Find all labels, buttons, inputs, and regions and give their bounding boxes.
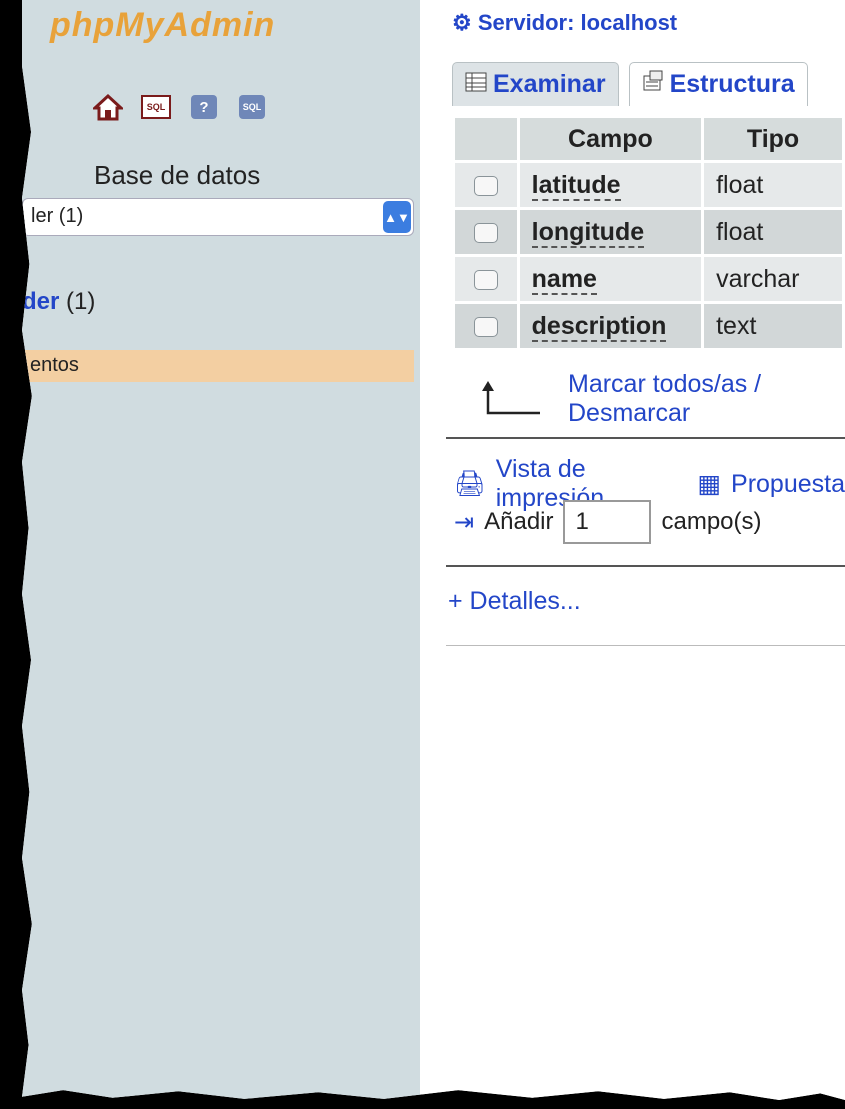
select-arrows-icon: ▲▼ <box>383 201 411 233</box>
sql-docs-icon[interactable]: SQL <box>236 92 268 122</box>
table-row: latitude float <box>455 163 842 207</box>
table-icon <box>465 70 487 99</box>
row-checkbox[interactable] <box>473 222 498 243</box>
phpmyadmin-logo: phpMyAdmin <box>50 6 276 44</box>
server-breadcrumb[interactable]: ⚙ Servidor: localhost <box>452 10 677 36</box>
structure-table: Campo Tipo latitude float longitude floa… <box>452 115 845 351</box>
mark-all-row: Marcar todos/as / Desmarcar <box>474 370 845 428</box>
add-fields-row: ⇥ Añadir 1 campo(s) <box>454 500 762 544</box>
details-link[interactable]: + Detalles... <box>448 587 581 616</box>
sql-query-icon[interactable]: SQL <box>140 92 172 122</box>
add-count-input[interactable]: 1 <box>563 500 652 544</box>
field-name[interactable]: name <box>531 264 597 295</box>
database-table-count: (1) <box>66 288 96 315</box>
field-name[interactable]: latitude <box>531 170 621 201</box>
main-content: ⚙ Servidor: localhost Examinar Estructur… <box>420 0 845 1100</box>
database-name: der <box>22 288 60 315</box>
field-name[interactable]: longitude <box>531 217 645 248</box>
add-column-icon: ⇥ <box>454 508 475 536</box>
propose-structure-link[interactable]: Propuesta <box>731 470 845 499</box>
table-row: longitude float <box>455 210 842 254</box>
column-header-campo[interactable]: Campo <box>519 118 702 160</box>
tab-estructura[interactable]: Estructura <box>628 62 808 106</box>
home-icon[interactable] <box>92 92 124 122</box>
structure-icon <box>642 70 664 99</box>
database-select-value: ler (1) <box>31 205 84 227</box>
field-type: text <box>704 304 842 348</box>
propose-structure-icon: ▦ <box>697 470 722 498</box>
table-row: description text <box>455 304 842 348</box>
divider <box>446 565 845 567</box>
database-link[interactable]: der (1) <box>22 288 95 316</box>
printer-icon: 🖨 <box>454 469 486 498</box>
field-name[interactable]: description <box>531 311 667 342</box>
divider <box>446 437 845 439</box>
help-icon[interactable]: ? <box>188 92 220 122</box>
tab-examinar[interactable]: Examinar <box>452 62 619 106</box>
tab-bar: Examinar Estructura <box>452 62 808 106</box>
field-type: varchar <box>704 257 842 301</box>
database-label: Base de datos <box>94 160 261 190</box>
row-checkbox[interactable] <box>473 269 498 290</box>
add-label: Añadir <box>484 508 554 535</box>
arrow-up-icon <box>474 379 544 419</box>
table-row: name varchar <box>455 257 842 301</box>
sidebar-table-item[interactable]: entos <box>22 350 414 382</box>
column-header-tipo[interactable]: Tipo <box>704 118 842 160</box>
server-icon: ⚙ <box>452 10 472 35</box>
row-checkbox[interactable] <box>473 316 498 337</box>
mark-all-link[interactable]: Marcar todos/as / Desmarcar <box>568 370 845 428</box>
database-select[interactable]: ler (1) ▲▼ <box>22 198 414 236</box>
field-type: float <box>704 163 842 207</box>
row-checkbox[interactable] <box>473 175 498 196</box>
field-type: float <box>704 210 842 254</box>
divider <box>446 645 845 646</box>
navigation-sidebar: phpMyAdmin SQL ? SQL Base de datos ler (… <box>22 0 420 1100</box>
sidebar-icon-row: SQL ? SQL <box>92 92 268 122</box>
fields-suffix: campo(s) <box>661 508 762 535</box>
screenshot-paper: phpMyAdmin SQL ? SQL Base de datos ler (… <box>22 0 845 1100</box>
select-column-header <box>455 118 517 160</box>
